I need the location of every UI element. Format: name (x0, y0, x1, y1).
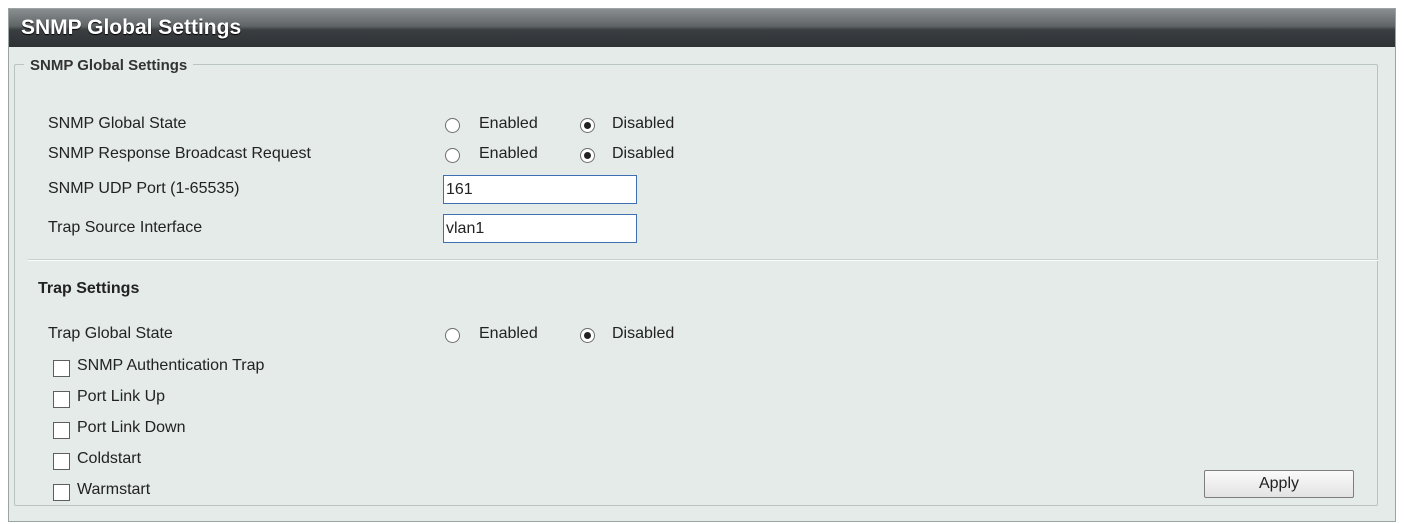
snmp-global-state-enabled-radio[interactable] (445, 118, 460, 133)
port-link-down-label: Port Link Down (77, 419, 186, 436)
snmp-response-broadcast-label: SNMP Response Broadcast Request (48, 145, 311, 162)
trap-global-state-disabled-label: Disabled (612, 325, 675, 342)
fieldset-legend: SNMP Global Settings (24, 57, 194, 74)
trap-source-interface-input[interactable] (443, 214, 637, 243)
warmstart-checkbox[interactable] (53, 484, 70, 501)
page-title: SNMP Global Settings (9, 9, 1395, 47)
port-link-up-checkbox[interactable] (53, 391, 70, 408)
trap-global-state-enabled-label: Enabled (479, 325, 538, 342)
coldstart-checkbox[interactable] (53, 453, 70, 470)
snmp-response-broadcast-enabled-label: Enabled (479, 145, 538, 162)
section-divider (28, 259, 1378, 261)
port-link-up-label: Port Link Up (77, 388, 166, 405)
snmp-global-state-enabled-label: Enabled (479, 115, 538, 132)
apply-button[interactable]: Apply (1204, 470, 1354, 498)
snmp-authentication-trap-label: SNMP Authentication Trap (77, 357, 265, 374)
coldstart-label: Coldstart (77, 450, 142, 467)
snmp-global-state-disabled-label: Disabled (612, 115, 675, 132)
snmp-response-broadcast-disabled-label: Disabled (612, 145, 675, 162)
trap-global-state-disabled-radio[interactable] (580, 328, 595, 343)
port-link-down-checkbox[interactable] (53, 422, 70, 439)
snmp-udp-port-label: SNMP UDP Port (1-65535) (48, 180, 240, 197)
snmp-global-fieldset (14, 64, 1378, 506)
warmstart-label: Warmstart (77, 481, 151, 498)
snmp-authentication-trap-checkbox[interactable] (53, 360, 70, 377)
trap-source-interface-label: Trap Source Interface (48, 219, 203, 236)
trap-global-state-enabled-radio[interactable] (445, 328, 460, 343)
trap-global-state-label: Trap Global State (48, 325, 173, 342)
snmp-udp-port-input[interactable] (443, 175, 637, 204)
snmp-response-broadcast-disabled-radio[interactable] (580, 148, 595, 163)
snmp-global-state-label: SNMP Global State (48, 115, 187, 132)
snmp-response-broadcast-enabled-radio[interactable] (445, 148, 460, 163)
trap-settings-title: Trap Settings (38, 280, 140, 297)
snmp-global-state-disabled-radio[interactable] (580, 118, 595, 133)
